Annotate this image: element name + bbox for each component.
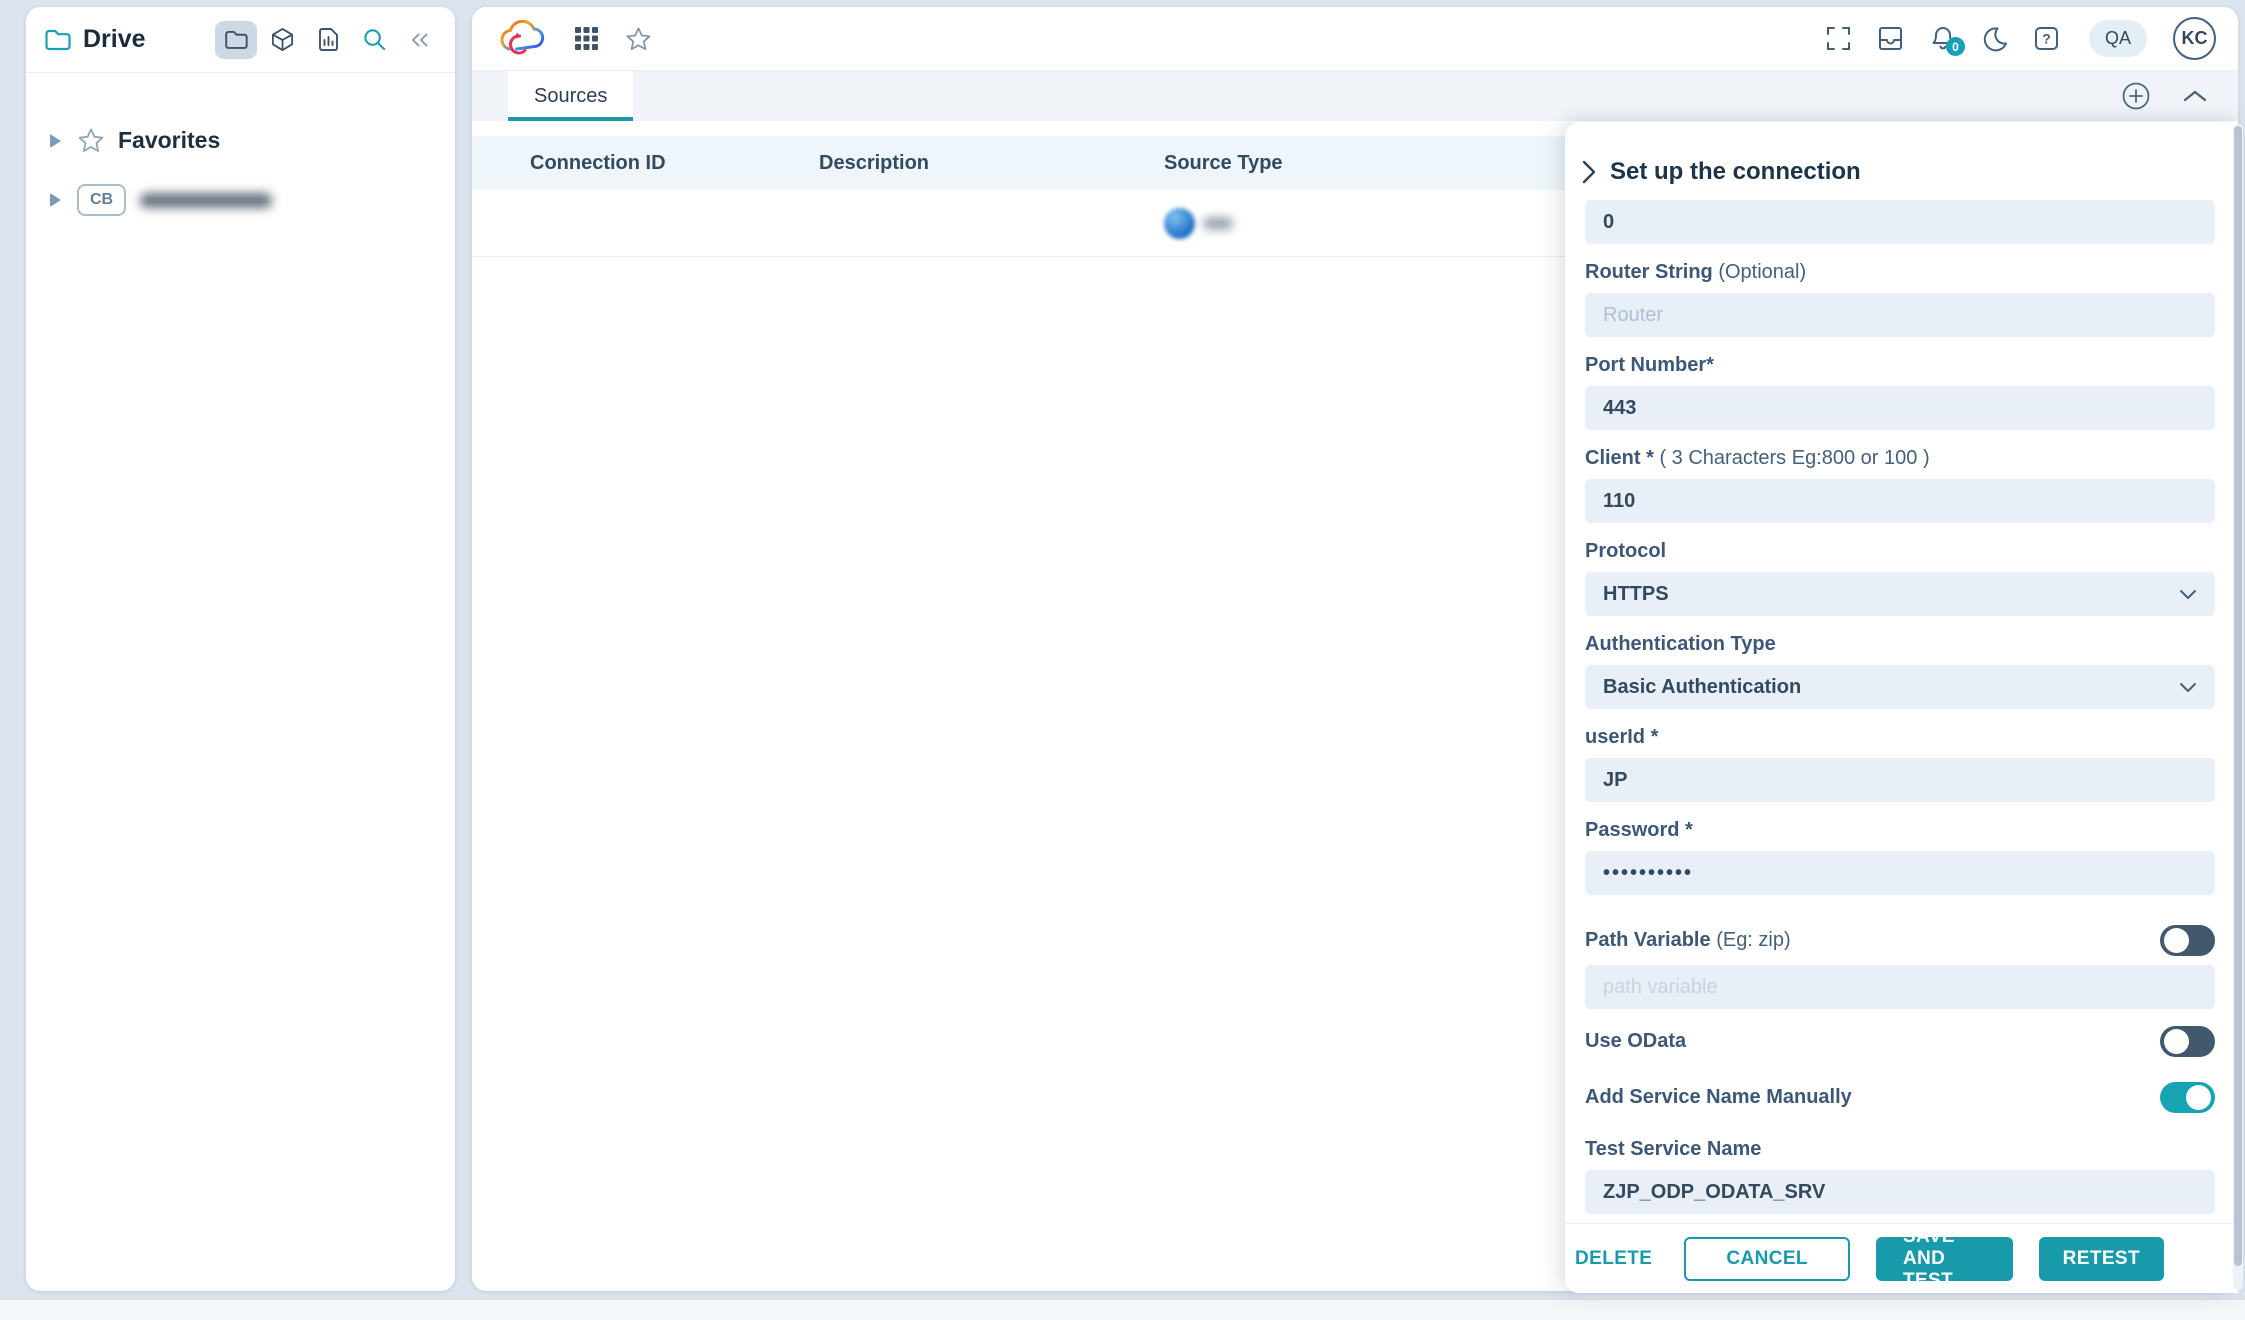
use-odata-label: Use OData	[1585, 1030, 1686, 1053]
authentication-type-select[interactable]: Basic Authentication	[1585, 665, 2215, 709]
sidebar-item-favorites[interactable]: Favorites	[50, 127, 455, 154]
drive-sidebar: Drive Favorites CB	[26, 7, 455, 1291]
field-path-variable: Path Variable (Eg: zip)	[1585, 925, 2215, 1009]
tab-sources-label: Sources	[534, 85, 607, 108]
drive-folder-icon	[44, 28, 71, 51]
path-variable-label: Path Variable (Eg: zip)	[1585, 929, 1791, 952]
active-tab-underline	[508, 117, 633, 121]
field-password: Password *	[1585, 819, 2215, 895]
collapse-sidebar-icon[interactable]	[399, 21, 441, 59]
protocol-value: HTTPS	[1603, 583, 1669, 606]
router-string-label: Router String (Optional)	[1585, 261, 2215, 284]
delete-button[interactable]: DELETE	[1565, 1237, 1662, 1281]
col-header-connection-id: Connection ID	[472, 152, 819, 175]
test-service-name-input[interactable]	[1585, 1170, 2215, 1214]
star-icon	[77, 127, 105, 154]
workspace-badge: CB	[77, 184, 126, 216]
tab-sources[interactable]: Sources	[508, 71, 633, 121]
tab-strip: Sources	[472, 71, 2238, 121]
chevron-right-icon[interactable]	[1581, 159, 1597, 185]
col-header-description: Description	[819, 152, 1164, 175]
expand-caret-icon[interactable]	[50, 134, 61, 148]
folder-view-button[interactable]	[215, 21, 257, 59]
notification-count-badge: 0	[1946, 37, 1965, 56]
save-and-test-button[interactable]: SAVE AND TEST	[1876, 1237, 2013, 1281]
expand-caret-icon[interactable]	[50, 193, 61, 207]
dark-mode-moon-icon[interactable]	[1982, 26, 2008, 52]
field-system-number	[1585, 200, 2215, 244]
field-protocol: Protocol HTTPS	[1585, 540, 2215, 616]
panel-form: Router String (Optional) Port Number* Cl…	[1565, 200, 2238, 1214]
field-port-number: Port Number*	[1585, 354, 2215, 430]
sidebar-tree: Favorites CB	[26, 73, 455, 216]
chevron-down-icon	[2179, 682, 2197, 693]
path-variable-input[interactable]	[1585, 965, 2215, 1009]
authentication-type-value: Basic Authentication	[1603, 676, 1801, 699]
retest-button[interactable]: RETEST	[2039, 1237, 2164, 1281]
password-label: Password *	[1585, 819, 2215, 842]
authentication-type-label: Authentication Type	[1585, 633, 2215, 656]
connection-setup-panel: Set up the connection Router String (Opt…	[1565, 122, 2238, 1293]
field-authentication-type: Authentication Type Basic Authentication	[1585, 633, 2215, 709]
chevron-down-icon	[2179, 589, 2197, 600]
window-footer-strip	[0, 1299, 2245, 1320]
app-grid-icon[interactable]	[574, 26, 599, 51]
inbox-icon[interactable]	[1877, 26, 1904, 51]
app-logo[interactable]	[494, 18, 548, 60]
password-input[interactable]	[1585, 851, 2215, 895]
field-test-service-name: Test Service Name	[1585, 1138, 2215, 1214]
path-variable-toggle[interactable]	[2160, 925, 2215, 956]
userid-label: userId *	[1585, 726, 2215, 749]
sidebar-header: Drive	[26, 7, 455, 73]
fullscreen-icon[interactable]	[1826, 26, 1851, 51]
add-service-name-toggle[interactable]	[2160, 1082, 2215, 1113]
svg-text:?: ?	[2042, 31, 2051, 47]
client-input[interactable]	[1585, 479, 2215, 523]
protocol-select[interactable]: HTTPS	[1585, 572, 2215, 616]
panel-title: Set up the connection	[1610, 158, 1861, 186]
field-userid: userId *	[1585, 726, 2215, 802]
userid-input[interactable]	[1585, 758, 2215, 802]
notifications-bell-icon[interactable]: 0	[1930, 25, 1956, 52]
field-router-string: Router String (Optional)	[1585, 261, 2215, 337]
cube-view-button[interactable]	[261, 21, 303, 59]
field-client: Client * ( 3 Characters Eg:800 or 100 )	[1585, 447, 2215, 523]
favorites-label: Favorites	[118, 127, 220, 154]
scrollbar-thumb[interactable]	[2234, 126, 2242, 1266]
test-service-name-label: Test Service Name	[1585, 1138, 2215, 1161]
help-icon[interactable]: ?	[2034, 26, 2059, 51]
user-avatar[interactable]: KC	[2173, 17, 2216, 60]
report-view-button[interactable]	[307, 21, 349, 59]
app-topbar: 0 ? QA KC	[472, 7, 2238, 71]
field-add-service-name-manually: Add Service Name Manually	[1585, 1082, 2215, 1113]
protocol-label: Protocol	[1585, 540, 2215, 563]
panel-footer: DELETE CANCEL SAVE AND TEST RETEST	[1565, 1223, 2238, 1293]
router-string-input[interactable]	[1585, 293, 2215, 337]
add-service-name-label: Add Service Name Manually	[1585, 1086, 1852, 1109]
field-use-odata: Use OData	[1585, 1026, 2215, 1057]
redacted-source-type	[1203, 218, 1233, 229]
sidebar-title: Drive	[83, 25, 211, 54]
use-odata-toggle[interactable]	[2160, 1026, 2215, 1057]
client-label: Client * ( 3 Characters Eg:800 or 100 )	[1585, 447, 2215, 470]
collapse-panel-chevron-up-icon[interactable]	[2182, 71, 2208, 121]
port-number-label: Port Number*	[1585, 354, 2215, 377]
environment-badge[interactable]: QA	[2089, 20, 2147, 57]
redacted-workspace-name	[140, 193, 272, 208]
add-connection-button[interactable]	[2120, 71, 2152, 121]
panel-scrollbar[interactable]	[2233, 124, 2243, 1290]
source-type-logo	[1164, 208, 1195, 239]
panel-header: Set up the connection	[1565, 122, 2238, 200]
favorite-star-icon[interactable]	[625, 26, 652, 52]
sidebar-item-workspace[interactable]: CB	[50, 184, 455, 216]
system-number-input[interactable]	[1585, 200, 2215, 244]
cancel-button[interactable]: CANCEL	[1684, 1237, 1850, 1281]
port-number-input[interactable]	[1585, 386, 2215, 430]
search-icon[interactable]	[353, 21, 395, 59]
